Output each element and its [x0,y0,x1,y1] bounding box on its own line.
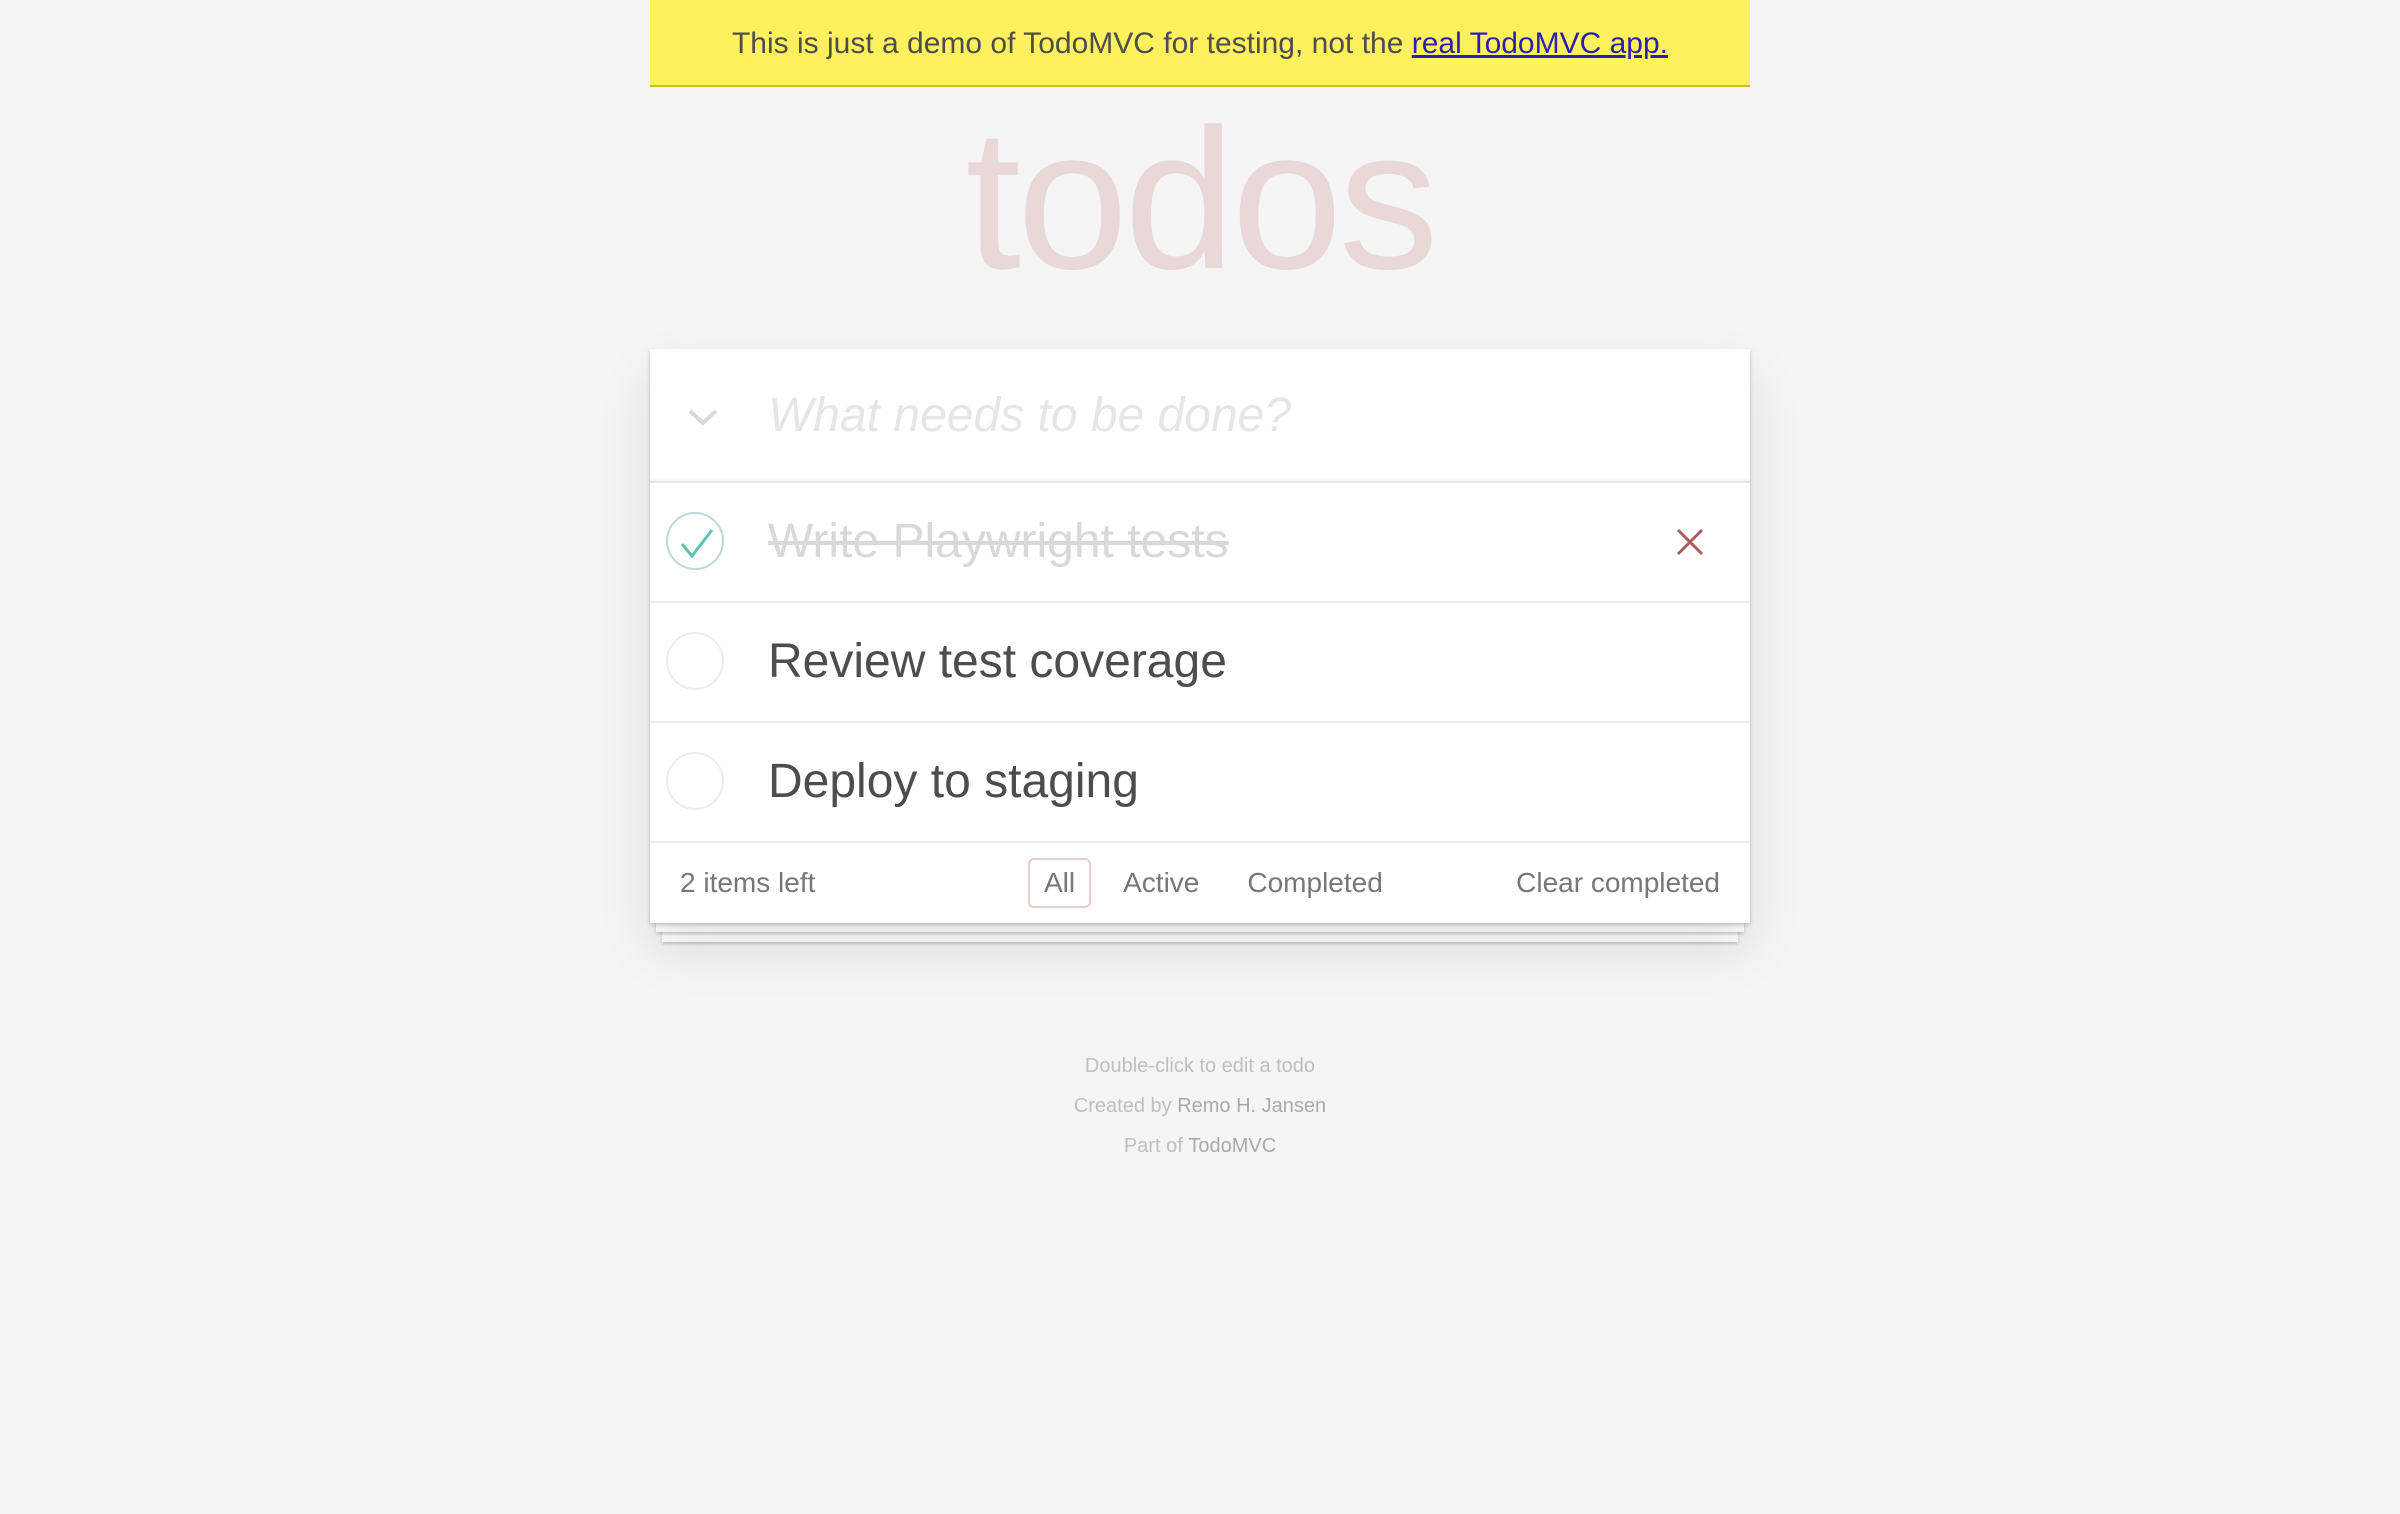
clear-completed-button[interactable]: Clear completed [1516,843,1720,923]
new-todo-input[interactable] [768,349,1728,481]
todo-label[interactable]: Review test coverage [768,603,1227,721]
real-todomvc-link[interactable]: real TodoMVC app. [1412,27,1668,60]
close-icon [1676,528,1704,556]
items-left-count: 2 items left [680,867,816,898]
todo-footer: 2 items left All Active Completed Clear … [650,843,1750,923]
todo-item: Deploy to staging [650,723,1750,843]
delete-todo-button[interactable] [1672,524,1708,560]
checkmark-icon [680,529,714,559]
todo-toggle-checkbox[interactable] [666,632,724,690]
toggle-all-chevron [688,409,718,426]
todo-item: Review test coverage [650,603,1750,723]
filter-all[interactable]: All [1028,858,1092,908]
chevron-down-icon[interactable] [678,389,728,439]
info-footer: Double-click to edit a todo Created by R… [650,1046,1750,1166]
filter-active[interactable]: Active [1107,858,1215,908]
todo-item: Write Playwright tests [650,483,1750,603]
created-by-prefix: Created by [1073,1095,1178,1117]
edit-hint: Double-click to edit a todo [1084,1055,1316,1077]
todo-toggle-checkbox[interactable] [666,752,724,810]
todo-app: Write Playwright tests Review test cover… [650,349,1750,923]
author-link[interactable]: Remo H. Jansen [1177,1095,1326,1117]
todo-label[interactable]: Write Playwright tests [768,483,1229,601]
filter-tabs: All Active Completed [1020,843,1407,923]
filter-completed[interactable]: Completed [1231,858,1398,908]
banner-text: This is just a demo of TodoMVC for testi… [731,27,1412,60]
demo-banner: This is just a demo of TodoMVC for testi… [650,0,1750,87]
todo-toggle-checkbox[interactable] [666,512,724,570]
part-of-line: Part of TodoMVC [650,1126,1750,1166]
created-by-line: Created by Remo H. Jansen [650,1086,1750,1126]
new-todo-row [650,349,1750,483]
todo-list: Write Playwright tests Review test cover… [650,483,1750,843]
todomvc-link[interactable]: TodoMVC [1188,1135,1276,1157]
app-title: todos [965,88,1438,311]
todo-label[interactable]: Deploy to staging [768,723,1139,841]
part-of-prefix: Part of [1123,1135,1189,1157]
